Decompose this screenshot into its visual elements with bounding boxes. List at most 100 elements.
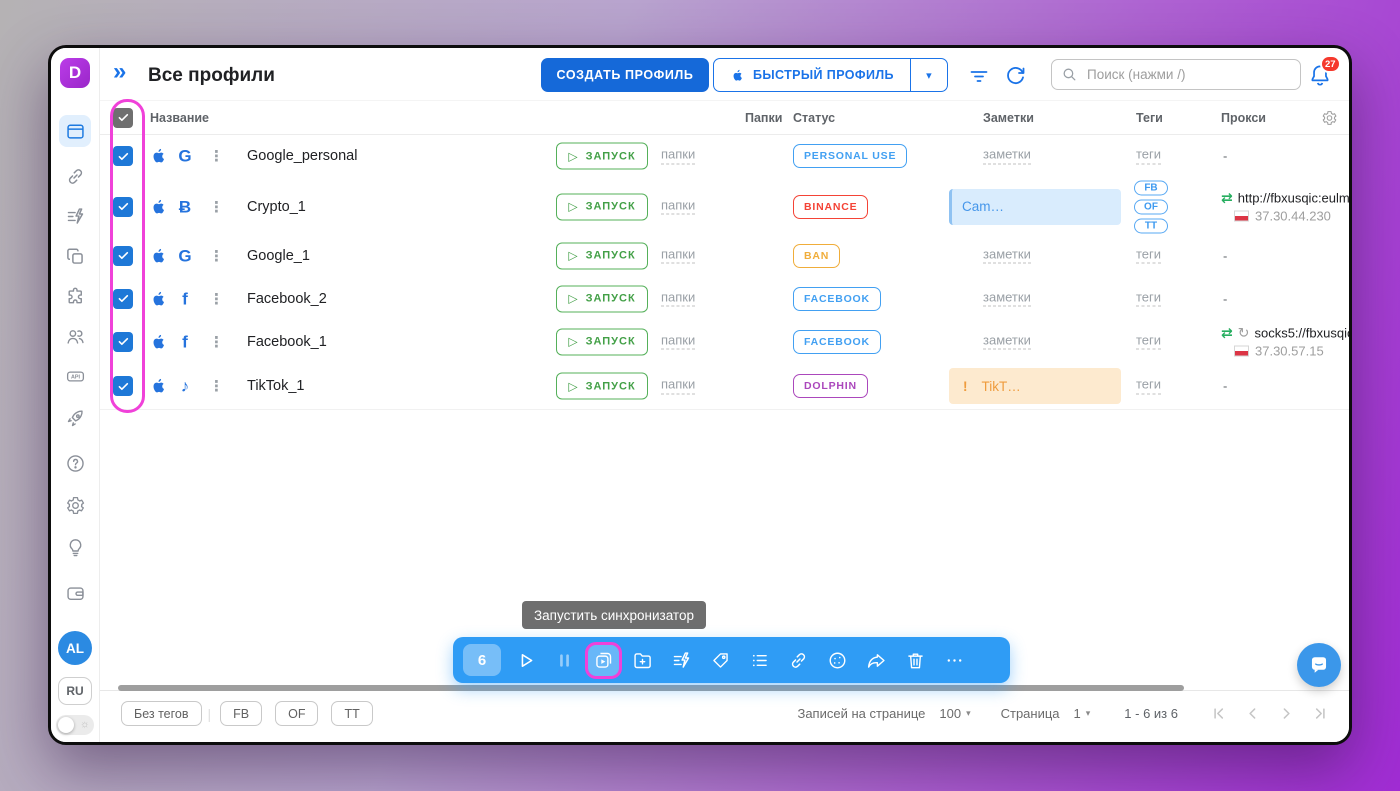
note-preview[interactable]: !TikT… [949,368,1121,404]
header-name[interactable]: Название [150,111,209,125]
folders-link[interactable]: папки [661,378,695,395]
add-to-folder-button[interactable] [623,637,662,683]
profile-name[interactable]: Facebook_1 [247,334,327,350]
sidebar-item-help[interactable] [59,447,91,479]
bulk-pause-button[interactable] [545,637,584,683]
quick-profile-main[interactable]: БЫСТРЫЙ ПРОФИЛЬ [714,59,910,91]
profile-name[interactable]: Facebook_2 [247,291,327,307]
sidebar-item-rocket[interactable] [59,402,91,434]
tags-link[interactable]: теги [1136,148,1161,165]
quick-profile-button[interactable]: БЫСТРЫЙ ПРОФИЛЬ ▾ [713,58,948,92]
proxy-cell[interactable]: ⇄http://fbxusqic:eulmjknh 37.30.44.230 [1221,190,1352,223]
prev-page-icon[interactable] [1244,705,1261,722]
launch-button[interactable]: ▷ЗАПУСК [556,285,648,312]
launch-button[interactable]: ▷ЗАПУСК [556,242,648,269]
row-checkbox[interactable] [113,197,133,217]
notes-link[interactable]: заметки [983,148,1031,165]
tags-link[interactable]: теги [1136,290,1161,307]
support-chat-button[interactable] [1297,643,1341,687]
sidebar-item-extensions[interactable] [59,280,91,312]
column-settings-button[interactable] [1321,109,1338,126]
bulk-start-button[interactable] [506,637,545,683]
assign-tag-button[interactable] [701,637,740,683]
notes-link[interactable]: заметки [983,247,1031,264]
folders-link[interactable]: папки [661,333,695,350]
first-page-icon[interactable] [1210,705,1227,722]
last-page-icon[interactable] [1312,705,1329,722]
status-badge[interactable]: FACEBOOK [793,287,881,311]
dolphin-logo[interactable]: D [60,58,90,88]
sidebar-collapse-icon[interactable]: » [113,60,126,84]
automation-button[interactable] [662,637,701,683]
folders-link[interactable]: папки [661,290,695,307]
header-tags[interactable]: Теги [1136,111,1163,125]
profile-name[interactable]: Google_1 [247,248,310,264]
per-page-select[interactable]: 100▾ [939,706,970,721]
row-menu-icon[interactable]: ⋮ [209,198,224,216]
horizontal-scrollbar[interactable] [118,685,1184,691]
status-badge[interactable]: DOLPHIN [793,374,868,398]
language-button[interactable]: RU [58,677,92,705]
notes-link[interactable]: заметки [983,290,1031,307]
tag-pill[interactable]: TT [1134,218,1168,233]
note-preview[interactable]: Cam… [949,189,1121,225]
launch-button[interactable]: ▷ЗАПУСК [556,193,648,220]
proxy-rotate-icon[interactable]: ↻ [1238,326,1250,340]
sidebar-item-api[interactable]: API [59,360,91,392]
notifications-button[interactable]: 27 [1307,62,1335,90]
proxy-cell[interactable]: ⇄↻socks5://fbxusqic:eu 37.30.57.15 [1221,325,1352,358]
cookies-button[interactable] [818,637,857,683]
row-menu-icon[interactable]: ⋮ [209,333,224,351]
refresh-button[interactable] [1003,64,1027,88]
tags-link[interactable]: теги [1136,333,1161,350]
select-all-checkbox[interactable] [113,108,133,128]
row-checkbox[interactable] [113,146,133,166]
search-input[interactable] [1085,66,1291,83]
sidebar-item-wallet[interactable] [59,577,91,609]
tag-pill[interactable]: OF [1134,199,1168,214]
row-checkbox[interactable] [113,289,133,309]
status-badge[interactable]: BAN [793,244,840,268]
search-box[interactable] [1051,59,1301,90]
tags-link[interactable]: теги [1136,378,1161,395]
notes-link[interactable]: заметки [983,333,1031,350]
profile-name[interactable]: Crypto_1 [247,199,306,215]
row-checkbox[interactable] [113,376,133,396]
header-notes[interactable]: Заметки [983,111,1034,125]
row-checkbox[interactable] [113,332,133,352]
no-tags-filter-button[interactable]: Без тегов [121,701,202,726]
header-proxy[interactable]: Прокси [1221,111,1266,125]
share-button[interactable] [857,637,896,683]
sidebar-item-team[interactable] [59,320,91,352]
status-badge[interactable]: FACEBOOK [793,330,881,354]
delete-button[interactable] [896,637,935,683]
sync-launcher-button[interactable] [584,637,623,683]
status-badge[interactable]: BINANCE [793,195,868,219]
sidebar-item-copies[interactable] [59,240,91,272]
theme-toggle[interactable]: ☼ [56,715,94,735]
sidebar-item-settings[interactable] [59,489,91,521]
more-actions-button[interactable] [935,637,974,683]
tag-filter-button[interactable]: OF [275,701,318,726]
tag-filter-button[interactable]: TT [331,701,372,726]
filter-button[interactable] [967,64,991,88]
launch-button[interactable]: ▷ЗАПУСК [556,373,648,400]
tag-pill[interactable]: FB [1134,180,1168,195]
next-page-icon[interactable] [1278,705,1295,722]
header-folders[interactable]: Папки [745,111,782,125]
status-badge[interactable]: PERSONAL USE [793,144,907,168]
folders-link[interactable]: папки [661,247,695,264]
row-menu-icon[interactable]: ⋮ [209,247,224,265]
folders-link[interactable]: папки [661,148,695,165]
row-menu-icon[interactable]: ⋮ [209,147,224,165]
tags-link[interactable]: теги [1136,247,1161,264]
profile-name[interactable]: TikTok_1 [247,378,304,394]
sidebar-item-automation[interactable] [59,200,91,232]
quick-profile-dropdown[interactable]: ▾ [910,59,947,91]
profile-name[interactable]: Google_personal [247,148,357,164]
assign-proxy-button[interactable] [779,637,818,683]
folders-link[interactable]: папки [661,198,695,215]
tag-filter-button[interactable]: FB [220,701,262,726]
launch-button[interactable]: ▷ЗАПУСК [556,328,648,355]
create-profile-button[interactable]: СОЗДАТЬ ПРОФИЛЬ [541,58,709,92]
